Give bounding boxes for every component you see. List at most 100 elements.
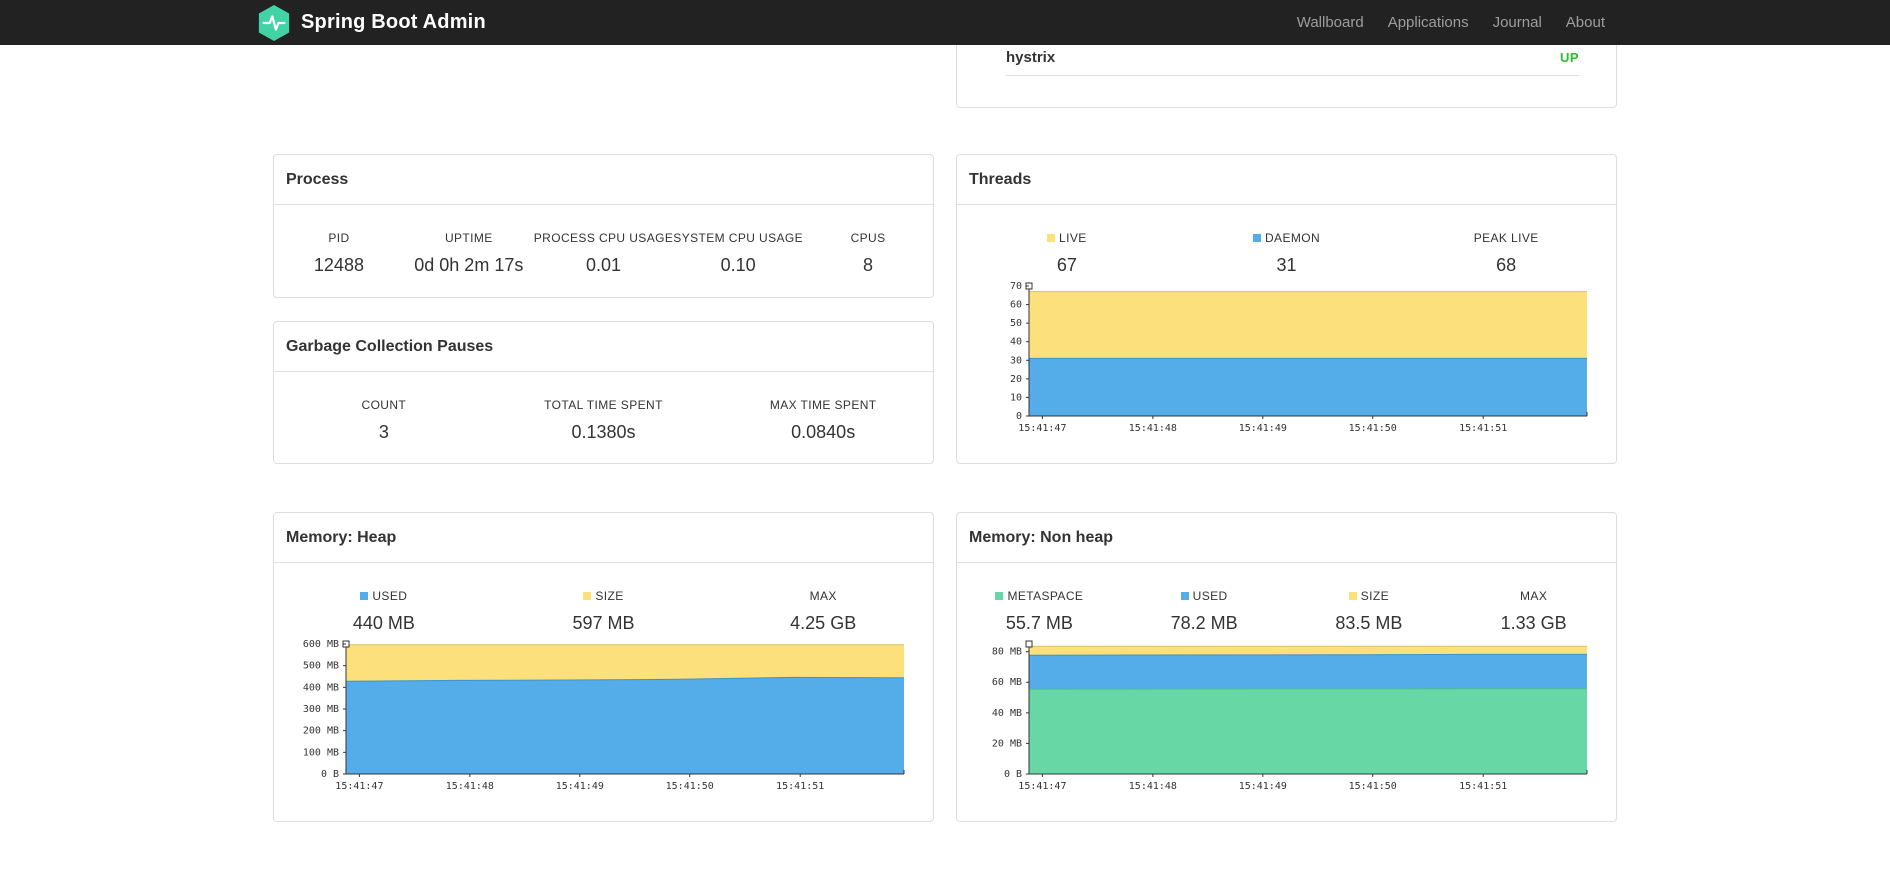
svg-text:15:41:47: 15:41:47 xyxy=(1018,423,1066,434)
gc-stats: COUNT 3 TOTAL TIME SPENT 0.1380s MAX TIME SP… xyxy=(274,372,933,443)
svg-text:600 MB: 600 MB xyxy=(303,639,339,650)
svg-text:50: 50 xyxy=(1010,318,1022,329)
svg-text:15:41:50: 15:41:50 xyxy=(1349,423,1397,434)
stat-value: 0.0840s xyxy=(791,422,856,442)
svg-text:15:41:50: 15:41:50 xyxy=(1349,781,1397,792)
stat-value: 31 xyxy=(1276,255,1297,275)
svg-text:500 MB: 500 MB xyxy=(303,661,339,672)
stat-value: 12488 xyxy=(313,255,364,275)
stat-label: PEAK LIVE xyxy=(1473,231,1539,245)
health-row-hystrix: hystrix UP xyxy=(1006,40,1579,76)
process-panel-title: Process xyxy=(274,155,933,205)
threads-stats: LIVE 67 DAEMON 31 PEAK LIVE 68 xyxy=(957,205,1616,276)
stat-label: MAX xyxy=(809,589,837,603)
stat-process-cpu-usage: PROCESS CPU USAGE 0.01 xyxy=(534,231,674,276)
svg-text:30: 30 xyxy=(1010,355,1022,366)
stat-label: SIZE xyxy=(1287,589,1452,603)
stat-label: METASPACE xyxy=(957,589,1122,603)
stat-label: SYSTEM CPU USAGE xyxy=(673,231,804,245)
stat-label: TOTAL TIME SPENT xyxy=(544,398,663,412)
svg-text:400 MB: 400 MB xyxy=(303,682,339,693)
stat-label: LIVE xyxy=(957,231,1177,245)
nav-item-journal[interactable]: Journal xyxy=(1481,14,1554,31)
stat-label: SIZE xyxy=(494,589,714,603)
svg-text:200 MB: 200 MB xyxy=(303,726,339,737)
svg-text:15:41:49: 15:41:49 xyxy=(1239,781,1287,792)
stat-max: MAX 4.25 GB xyxy=(713,589,933,634)
green-legend-swatch-icon xyxy=(995,592,1004,600)
nav-item-applications[interactable]: Applications xyxy=(1376,14,1481,31)
stat-total-time-spent: TOTAL TIME SPENT 0.1380s xyxy=(494,398,714,443)
stat-label: CPUS xyxy=(850,231,886,245)
memory-nonheap-stats: METASPACE 55.7 MB USED 78.2 MB SIZE 83.5 MB MA… xyxy=(957,563,1616,634)
stat-value: 83.5 MB xyxy=(1335,613,1403,633)
blue-legend-swatch-icon xyxy=(1180,592,1189,600)
svg-text:0: 0 xyxy=(1016,411,1022,422)
stat-value: 68 xyxy=(1496,255,1517,275)
blue-legend-swatch-icon xyxy=(360,592,369,600)
threads-area-chart: 0 10 20 30 40 50 60 70 15:41:47 15:41:48 15:41:49 1… xyxy=(1010,281,1588,434)
health-indicator-name: hystrix xyxy=(1006,49,1056,66)
nav-item-about[interactable]: About xyxy=(1554,14,1617,31)
stat-value: 78.2 MB xyxy=(1170,613,1238,633)
gc-panel-title: Garbage Collection Pauses xyxy=(274,322,933,372)
stat-size: SIZE 83.5 MB xyxy=(1287,589,1452,634)
stat-size: SIZE 597 MB xyxy=(494,589,714,634)
stat-max: MAX 1.33 GB xyxy=(1451,589,1616,634)
svg-text:15:41:51: 15:41:51 xyxy=(776,781,824,792)
memory-heap-area-chart: 0 B 100 MB 200 MB 300 MB 400 MB 500 MB 600 MB 1… xyxy=(303,639,905,792)
svg-text:40 MB: 40 MB xyxy=(992,708,1022,719)
stat-value: 0.10 xyxy=(720,255,756,275)
nav-links: Wallboard Applications Journal About xyxy=(1285,14,1617,31)
threads-panel-title: Threads xyxy=(957,155,1616,205)
stat-value: 1.33 GB xyxy=(1500,613,1567,633)
svg-text:300 MB: 300 MB xyxy=(303,704,339,715)
stat-cpus: CPUS 8 xyxy=(803,231,933,276)
stat-label: DAEMON xyxy=(1177,231,1397,245)
svg-text:20 MB: 20 MB xyxy=(992,738,1022,749)
stat-label: USED xyxy=(274,589,494,603)
top-navbar: Spring Boot Admin Wallboard Applications J… xyxy=(0,0,1890,45)
brand-title: Spring Boot Admin xyxy=(301,11,486,33)
stat-value: 440 MB xyxy=(352,613,415,633)
threads-panel: Threads LIVE 67 DAEMON 31 PEAK LIVE 68 0 10 20 3… xyxy=(956,154,1617,464)
svg-text:15:41:48: 15:41:48 xyxy=(1129,781,1177,792)
dashboard-grid: Process PID 12488 UPTIME 0d 0h 2m 17s PROCES… xyxy=(273,154,1617,822)
stat-value: 597 MB xyxy=(572,613,635,633)
svg-text:70: 70 xyxy=(1010,281,1022,292)
stat-value: 4.25 GB xyxy=(790,613,857,633)
stat-value: 0d 0h 2m 17s xyxy=(414,255,524,275)
stat-label: MAX TIME SPENT xyxy=(769,398,877,412)
stat-daemon: DAEMON 31 xyxy=(1177,231,1397,276)
navbar-container: Spring Boot Admin Wallboard Applications J… xyxy=(258,0,1617,45)
svg-text:15:41:51: 15:41:51 xyxy=(1459,781,1507,792)
svg-text:40: 40 xyxy=(1010,337,1022,348)
memory-nonheap-panel: Memory: Non heap METASPACE 55.7 MB USED 78.… xyxy=(956,512,1617,822)
stat-value: 55.7 MB xyxy=(1005,613,1073,633)
svg-text:20: 20 xyxy=(1010,374,1022,385)
memory-heap-stats: USED 440 MB SIZE 597 MB MAX 4.25 GB xyxy=(274,563,933,634)
svg-text:100 MB: 100 MB xyxy=(303,747,339,758)
svg-text:10: 10 xyxy=(1010,392,1022,403)
stat-label: UPTIME xyxy=(444,231,493,245)
stat-pid: PID 12488 xyxy=(274,231,404,276)
svg-text:15:41:50: 15:41:50 xyxy=(666,781,714,792)
yellow-legend-swatch-icon xyxy=(1348,592,1357,600)
memory-heap-panel-title: Memory: Heap xyxy=(274,513,933,563)
stat-label: PID xyxy=(328,231,350,245)
stat-metaspace: METASPACE 55.7 MB xyxy=(957,589,1122,634)
nav-item-wallboard[interactable]: Wallboard xyxy=(1285,14,1376,31)
svg-text:0 B: 0 B xyxy=(321,769,339,780)
stat-label: MAX xyxy=(1520,589,1548,603)
stat-value: 8 xyxy=(863,255,874,275)
process-stats: PID 12488 UPTIME 0d 0h 2m 17s PROCESS CPU US… xyxy=(274,205,933,276)
yellow-legend-swatch-icon xyxy=(583,592,592,600)
svg-text:15:41:49: 15:41:49 xyxy=(556,781,604,792)
stat-live: LIVE 67 xyxy=(957,231,1177,276)
brand[interactable]: Spring Boot Admin xyxy=(257,4,486,42)
stat-value: 67 xyxy=(1056,255,1077,275)
stat-used: USED 78.2 MB xyxy=(1122,589,1287,634)
svg-text:60: 60 xyxy=(1010,300,1022,311)
svg-text:15:41:48: 15:41:48 xyxy=(446,781,494,792)
memory-heap-panel: Memory: Heap USED 440 MB SIZE 597 MB MAX 4.25… xyxy=(273,512,934,822)
